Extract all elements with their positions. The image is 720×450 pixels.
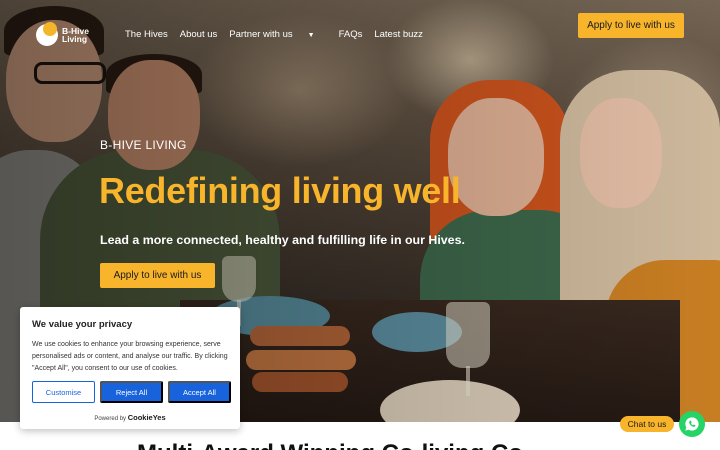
cookie-body: We use cookies to enhance your browsing … — [32, 341, 228, 372]
whatsapp-chat-button[interactable] — [679, 411, 705, 437]
cookieyes-logo[interactable]: CookieYes — [128, 413, 166, 422]
site-logo[interactable]: B-Hive Living — [36, 22, 89, 46]
chevron-down-icon: ▼ — [307, 32, 315, 39]
section-heading: Multi-Award Winning Co-living Co... — [137, 440, 543, 450]
hero-eyebrow: B-HIVE LIVING — [100, 138, 187, 152]
main-nav: The Hives About us Partner with us ▼ FAQs… — [125, 29, 435, 40]
accept-all-button[interactable]: Accept All — [168, 381, 231, 403]
nav-item-partner-label: Partner with us — [229, 29, 293, 40]
hero-headline: Redefining living well — [99, 170, 461, 211]
powered-by: Powered by CookieYes — [20, 413, 240, 422]
powered-by-label: Powered by — [94, 416, 127, 422]
cookie-consent-banner: We value your privacy We use cookies to … — [20, 307, 240, 429]
reject-all-button[interactable]: Reject All — [100, 381, 163, 403]
chat-label[interactable]: Chat to us — [620, 416, 674, 432]
nav-item-about-us[interactable]: About us — [180, 29, 218, 40]
nav-item-faqs[interactable]: FAQs — [339, 29, 363, 40]
cookie-title: We value your privacy — [32, 319, 133, 330]
apply-button-hero[interactable]: Apply to live with us — [100, 263, 215, 288]
cookie-buttons: Customise Reject All Accept All — [32, 381, 231, 403]
apply-button-header[interactable]: Apply to live with us — [578, 13, 684, 38]
whatsapp-icon — [685, 417, 699, 431]
nav-item-partner-with-us[interactable]: Partner with us ▼ — [229, 29, 326, 40]
bee-logo-icon — [36, 22, 58, 46]
customise-button[interactable]: Customise — [32, 381, 95, 403]
nav-item-the-hives[interactable]: The Hives — [125, 29, 168, 40]
logo-text-line2: Living — [62, 34, 88, 44]
hero-subheadline: Lead a more connected, healthy and fulfi… — [100, 233, 465, 247]
nav-item-latest-buzz[interactable]: Latest buzz — [374, 29, 423, 40]
